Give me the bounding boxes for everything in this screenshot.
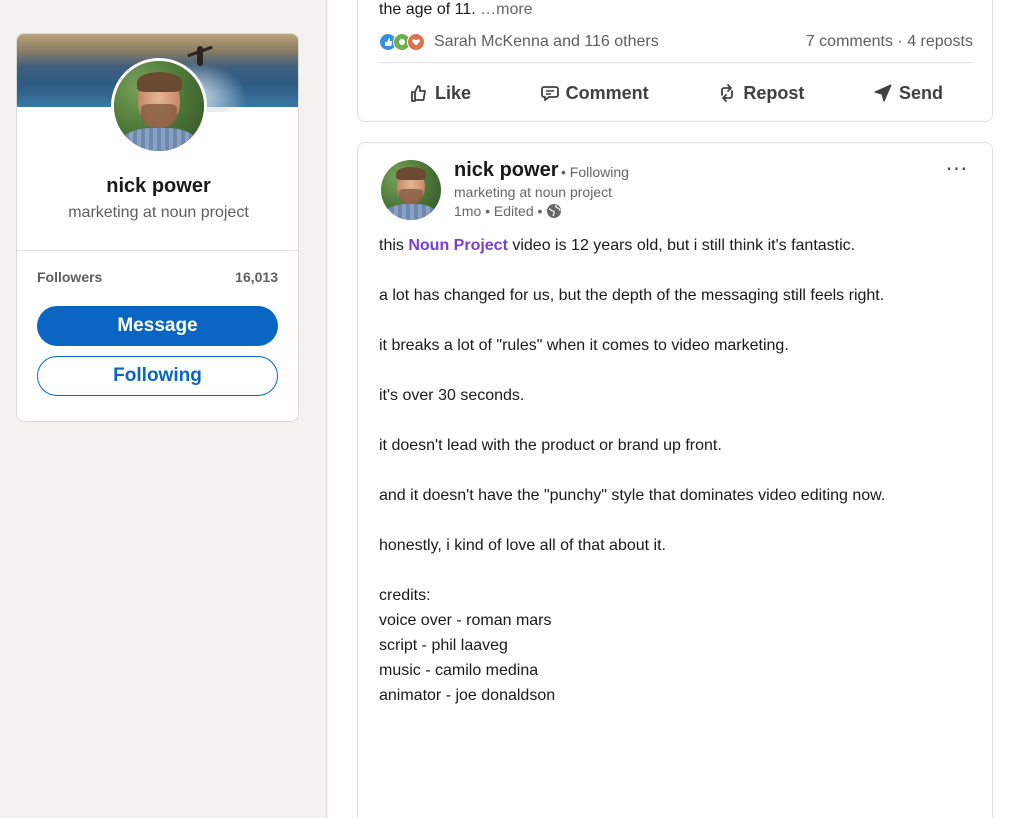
followers-count: 16,013	[235, 269, 278, 285]
social-counts: Sarah McKenna and 116 others 7 comments …	[379, 32, 973, 54]
truncated-text: the age of 11.	[379, 1, 476, 18]
credits-line: voice over - roman mars	[379, 612, 552, 629]
credits-line: animator - joe donaldson	[379, 687, 556, 704]
post-text: this	[379, 237, 409, 254]
post-paragraph: it's over 30 seconds.	[379, 387, 525, 404]
mention-link[interactable]: Noun Project	[408, 237, 508, 254]
post-card: nick power • Following marketing at noun…	[357, 142, 993, 818]
post-text-truncated: the age of 11. …more	[379, 1, 533, 19]
globe-icon	[547, 204, 562, 218]
more-options-icon[interactable]: ···	[946, 157, 968, 181]
author-name[interactable]: nick power	[454, 159, 558, 182]
reaction-icons[interactable]	[379, 33, 427, 53]
comment-repost-counts[interactable]: 7 comments · 4 reposts	[806, 33, 973, 51]
like-label: Like	[435, 82, 472, 103]
post-paragraph: honestly, i kind of love all of that abo…	[379, 537, 666, 554]
following-button[interactable]: Following	[37, 356, 278, 396]
see-more-link[interactable]: …more	[480, 1, 532, 18]
love-reaction-icon	[407, 33, 425, 51]
post-meta: 1mo • Edited •	[454, 203, 562, 219]
post-actions: Like Comment Repost Send	[379, 73, 973, 113]
comment-button[interactable]: Comment	[540, 73, 649, 113]
profile-headline: marketing at noun project	[68, 204, 249, 221]
post-paragraph: and it doesn't have the "punchy" style t…	[379, 487, 886, 504]
profile-name[interactable]: nick power	[17, 175, 298, 198]
repost-button[interactable]: Repost	[717, 73, 804, 113]
post-text: video is 12 years old, but i still think…	[507, 237, 856, 254]
repost-label: Repost	[743, 82, 805, 103]
avatar[interactable]	[111, 58, 207, 154]
divider	[379, 62, 973, 63]
author-headline: marketing at noun project	[454, 184, 612, 200]
post-paragraph: a lot has changed for us, but the depth …	[379, 287, 885, 304]
send-label: Send	[898, 82, 943, 103]
repost-icon	[721, 84, 734, 102]
comment-label: Comment	[565, 82, 649, 103]
post-paragraph: it breaks a lot of "rules" when it comes…	[379, 337, 789, 354]
post-paragraph: it doesn't lead with the product or bran…	[379, 437, 722, 454]
credits-line: credits:	[379, 587, 431, 604]
author-avatar[interactable]	[381, 160, 441, 220]
credits-line: music - camilo medina	[379, 662, 539, 679]
divider	[17, 250, 298, 251]
post-time: 1mo • Edited •	[454, 203, 543, 219]
thumbs-up-icon	[411, 85, 426, 102]
reaction-names[interactable]: Sarah McKenna and 116 others	[434, 33, 659, 51]
followers-label: Followers	[37, 269, 103, 285]
like-button[interactable]: Like	[409, 73, 471, 113]
previous-post-card: the age of 11. …more Sarah McKenna and 1…	[357, 0, 993, 122]
credits-line: script - phil laaveg	[379, 637, 508, 654]
send-button[interactable]: Send	[873, 73, 943, 113]
send-icon	[874, 84, 892, 102]
post-paragraph: this Noun Project video is 12 years old,…	[379, 233, 979, 258]
profile-card: nick power marketing at noun project Fol…	[16, 33, 299, 422]
post-body: this Noun Project video is 12 years old,…	[379, 233, 979, 708]
message-button[interactable]: Message	[37, 306, 278, 346]
follow-status: • Following	[561, 164, 629, 180]
comment-icon	[540, 86, 559, 101]
